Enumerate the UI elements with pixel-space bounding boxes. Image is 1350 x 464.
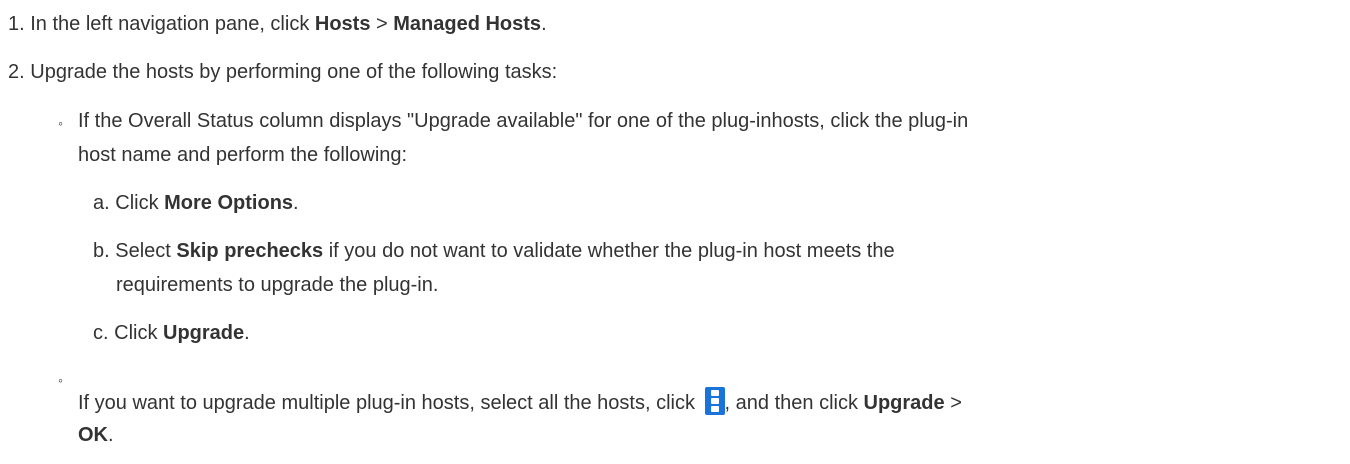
ui-term-ok: OK [78, 424, 108, 446]
substep-marker: a. [93, 192, 110, 214]
option-2-line-2: OK. [78, 424, 114, 446]
step-2: 2. Upgrade the hosts by performing one o… [8, 58, 557, 86]
substep-c: c. Click Upgrade. [93, 322, 250, 344]
ui-term-upgrade: Upgrade [863, 392, 945, 414]
separator: > [370, 13, 394, 35]
step-text: Upgrade the hosts by performing one of t… [30, 61, 558, 83]
option-2-line-1: If you want to upgrade multiple plug-in … [78, 387, 962, 417]
ui-term-hosts: Hosts [314, 13, 371, 35]
punctuation: . [541, 13, 547, 35]
document: 1. In the left navigation pane, click Ho… [0, 0, 1350, 464]
ui-term-more-options: More Options [164, 192, 294, 214]
substep-marker: c. [93, 322, 109, 344]
substep-b: b. Select Skip prechecks if you do not w… [93, 240, 895, 262]
step-text: In the left navigation pane, click [30, 13, 315, 35]
ui-term-upgrade: Upgrade [163, 322, 245, 344]
ui-term-managed-hosts: Managed Hosts [393, 13, 542, 35]
bullet-marker: ◦ [58, 115, 63, 131]
step-number: 2. [8, 61, 25, 83]
kebab-menu-icon [704, 387, 725, 415]
substep-a: a. Click More Options. [93, 192, 299, 214]
substep-marker: b. [93, 240, 110, 262]
option-1-line-2: host name and perform the following: [78, 144, 408, 166]
substep-b-continuation: requirements to upgrade the plug-in. [116, 274, 439, 296]
option-1-line-1: If the Overall Status column displays "U… [78, 110, 969, 132]
bullet-marker: ◦ [58, 372, 63, 388]
ui-term-skip-prechecks: Skip prechecks [176, 240, 324, 262]
step-number: 1. [8, 13, 25, 35]
step-1: 1. In the left navigation pane, click Ho… [8, 10, 547, 38]
